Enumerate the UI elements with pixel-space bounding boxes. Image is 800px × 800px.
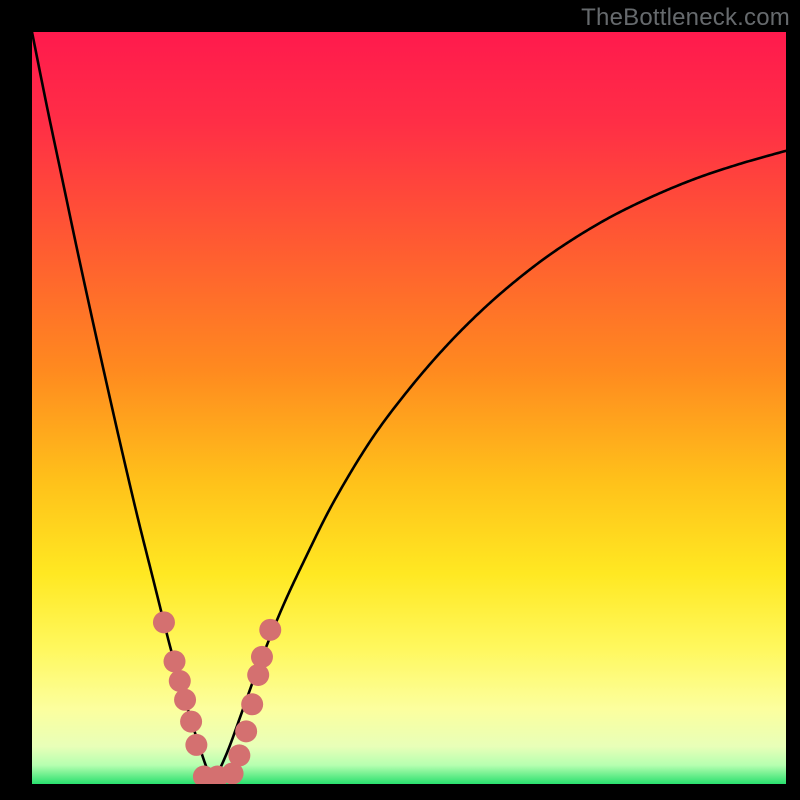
sample-dot (228, 744, 250, 766)
gradient-background (32, 32, 786, 784)
sample-dot (259, 619, 281, 641)
chart-svg (32, 32, 786, 784)
sample-dot (247, 664, 269, 686)
sample-dot (169, 670, 191, 692)
sample-dot (251, 646, 273, 668)
sample-dot (180, 711, 202, 733)
sample-dot (241, 693, 263, 715)
plot-area (32, 32, 786, 784)
sample-dot (235, 720, 257, 742)
sample-dot (164, 650, 186, 672)
sample-dot (174, 689, 196, 711)
chart-frame: TheBottleneck.com (0, 0, 800, 800)
sample-dot (153, 611, 175, 633)
watermark-text: TheBottleneck.com (581, 4, 790, 32)
sample-dot (185, 734, 207, 756)
